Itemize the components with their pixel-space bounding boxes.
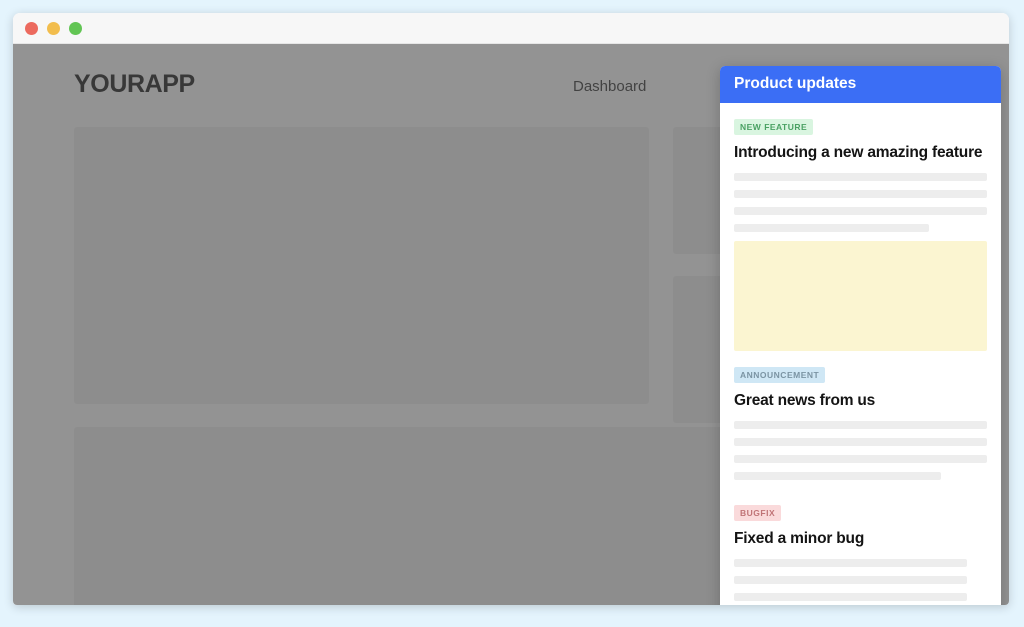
- app-window: YOURAPP Dashboard Product updates NEW FE…: [13, 13, 1009, 605]
- status-badge: NEW FEATURE: [734, 119, 814, 135]
- update-article-title[interactable]: Introducing a new amazing feature: [734, 144, 987, 162]
- text-skeleton-line: [734, 190, 987, 198]
- text-skeleton-line: [734, 559, 967, 567]
- text-skeleton-line: [734, 207, 987, 215]
- status-badge: BUGFIX: [734, 505, 782, 521]
- app-canvas: YOURAPP Dashboard Product updates NEW FE…: [13, 44, 1009, 605]
- product-updates-list[interactable]: NEW FEATURE Introducing a new amazing fe…: [720, 103, 1001, 605]
- text-skeleton-line: [734, 455, 987, 463]
- app-navigation: Dashboard: [573, 78, 646, 95]
- minimize-window-button[interactable]: [47, 21, 60, 35]
- close-window-button[interactable]: [25, 21, 38, 35]
- window-titlebar: [13, 13, 1009, 44]
- content-placeholder-hero: [74, 127, 649, 404]
- text-skeleton-line: [734, 438, 987, 446]
- update-article[interactable]: BUGFIX Fixed a minor bug: [734, 489, 987, 605]
- update-article-image-placeholder: [734, 241, 987, 351]
- maximize-window-button[interactable]: [69, 21, 82, 35]
- text-skeleton-line: [734, 173, 987, 181]
- update-article[interactable]: ANNOUNCEMENT Great news from us: [734, 351, 987, 480]
- text-skeleton-line: [734, 472, 942, 480]
- text-skeleton-line: [734, 576, 967, 584]
- app-brand-logo: YOURAPP: [74, 70, 195, 98]
- update-article-title[interactable]: Fixed a minor bug: [734, 530, 987, 548]
- text-skeleton-line: [734, 593, 967, 601]
- status-badge: ANNOUNCEMENT: [734, 367, 826, 383]
- text-skeleton-line: [734, 421, 987, 429]
- product-updates-panel: Product updates NEW FEATURE Introducing …: [720, 66, 1001, 605]
- update-article-title[interactable]: Great news from us: [734, 392, 987, 410]
- update-article[interactable]: NEW FEATURE Introducing a new amazing fe…: [734, 103, 987, 351]
- text-skeleton-line: [734, 224, 929, 232]
- product-updates-header: Product updates: [720, 66, 1001, 103]
- nav-item-dashboard[interactable]: Dashboard: [573, 78, 646, 95]
